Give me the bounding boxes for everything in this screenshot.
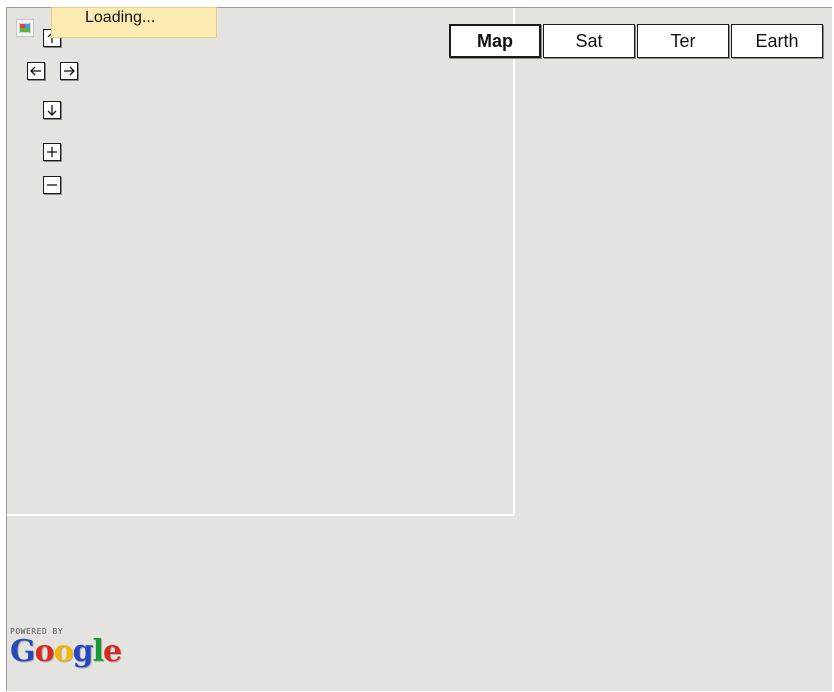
map-type-satellite-button[interactable]: Sat: [543, 24, 635, 58]
arrow-left-icon: [30, 66, 41, 76]
map-type-map-button[interactable]: Map: [449, 24, 541, 58]
map-type-earth-label: Earth: [755, 31, 799, 51]
arrow-down-icon: [47, 105, 57, 116]
logo-letter: o: [53, 634, 74, 669]
map-canvas[interactable]: [6, 7, 832, 691]
map-tile-area: [7, 8, 515, 516]
broken-image-icon: [16, 19, 34, 37]
pan-left-button[interactable]: [27, 62, 45, 80]
map-type-terrain-button[interactable]: Ter: [637, 24, 729, 58]
plus-icon: [47, 147, 57, 157]
map-type-terrain-label: Ter: [670, 31, 696, 51]
pan-right-button[interactable]: [60, 62, 78, 80]
loading-text: Loading...: [85, 9, 156, 26]
zoom-in-button[interactable]: [43, 143, 61, 161]
pan-down-button[interactable]: [43, 101, 61, 119]
loading-message: Loading...: [51, 7, 217, 38]
logo-letter: l: [92, 634, 104, 669]
map-type-earth-button[interactable]: Earth: [731, 24, 823, 58]
minus-icon: [47, 184, 57, 186]
powered-by-google[interactable]: POWERED BY Google: [10, 627, 150, 687]
google-logo: Google: [10, 636, 150, 668]
map-type-control: Map Sat Ter Earth: [449, 24, 825, 58]
map-type-map-label: Map: [477, 31, 513, 51]
arrow-right-icon: [64, 66, 75, 76]
logo-letter: e: [103, 634, 122, 669]
map-type-satellite-label: Sat: [575, 31, 603, 51]
logo-letter: o: [34, 634, 55, 669]
logo-letter: G: [10, 634, 36, 669]
zoom-out-button[interactable]: [43, 176, 61, 194]
logo-letter: g: [72, 634, 94, 669]
